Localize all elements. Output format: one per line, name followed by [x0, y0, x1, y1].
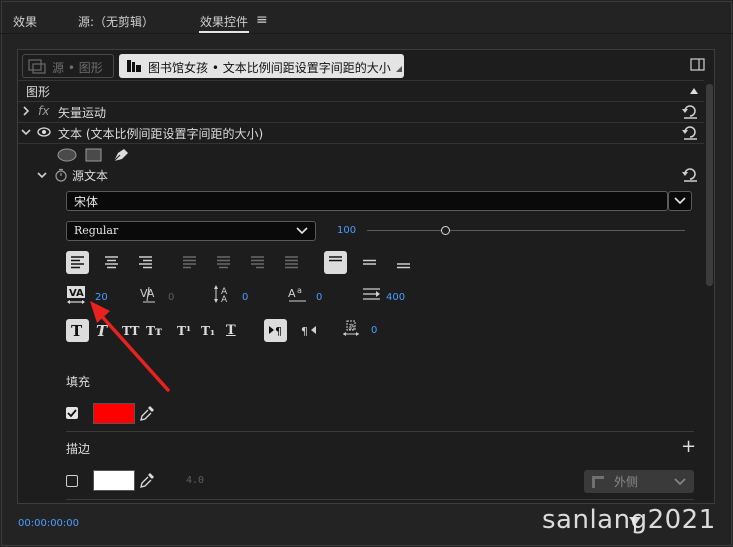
align-middle-icon[interactable] [362, 256, 377, 269]
tab-width-icon [363, 288, 380, 300]
svg-text:A: A [288, 287, 296, 300]
collapse-up-icon[interactable] [689, 87, 699, 95]
divider [66, 499, 694, 500]
tab-effects[interactable]: 效果 [13, 13, 37, 30]
chevron-down-icon [674, 197, 686, 205]
pen-mask-icon[interactable] [112, 147, 130, 163]
chevron-down-icon [296, 227, 308, 235]
watermark: sanlang2021 [542, 505, 716, 535]
align-left-icon [71, 256, 84, 269]
svg-text:¶: ¶ [301, 325, 308, 337]
dropdown-corner-icon [396, 66, 402, 72]
font-size-value[interactable]: 100 [337, 225, 356, 236]
reset-icon[interactable] [682, 168, 698, 182]
effect-controls-panel [17, 49, 715, 504]
align-center-icon[interactable] [104, 256, 119, 269]
divider [18, 143, 704, 144]
expand-chevron-icon[interactable] [22, 106, 30, 116]
stroke-checkbox[interactable] [66, 475, 78, 487]
baseline-shift-icon: A a [288, 286, 306, 302]
svg-text:¶: ¶ [275, 325, 282, 337]
tsume-icon: あ [343, 320, 359, 336]
divider [18, 122, 704, 123]
svg-text:あ: あ [348, 323, 355, 331]
tracking-icon: VA [67, 286, 85, 304]
tab-effect-controls[interactable]: 效果控件 [200, 13, 248, 30]
stopwatch-icon[interactable] [54, 168, 68, 182]
align-right-icon[interactable] [138, 256, 153, 269]
superscript-icon[interactable]: T¹ [177, 324, 191, 338]
text-layer-icon [127, 60, 141, 72]
stroke-label: 描边 [66, 442, 91, 456]
collapse-chevron-icon[interactable] [37, 171, 47, 179]
leading-value[interactable]: 0 [242, 292, 248, 303]
justify-last-left-icon[interactable] [182, 256, 197, 269]
reset-icon[interactable] [682, 105, 698, 119]
eyedropper-icon[interactable] [139, 404, 155, 422]
graphics-header: 图形 [26, 85, 51, 99]
divider [18, 80, 704, 81]
annotation-arrow [90, 301, 170, 392]
text-layer-label: 文本 (文本比例间距设置字间距的大小) [58, 127, 264, 141]
stroke-outer-icon [592, 476, 604, 488]
align-bottom-icon[interactable] [396, 256, 411, 269]
tab-width-value[interactable]: 400 [386, 292, 405, 303]
font-style-value: Regular [74, 224, 119, 237]
ltr-direction-icon: ¶ [269, 325, 282, 337]
visibility-eye-icon[interactable] [37, 127, 51, 137]
faux-bold-icon: T [71, 322, 83, 340]
subscript-icon[interactable]: T₁ [201, 324, 215, 338]
source-inactive-label: 源 • 图形 [52, 61, 103, 75]
source-text-label: 源文本 [72, 169, 109, 183]
font-size-slider-track[interactable] [367, 230, 685, 231]
reset-icon[interactable] [682, 126, 698, 140]
graphic-layer-icon [28, 59, 46, 74]
stroke-width-value[interactable]: 4.0 [186, 475, 204, 486]
stroke-color-swatch[interactable] [93, 470, 135, 491]
playhead-timecode[interactable]: 00:00:00:00 [18, 518, 79, 529]
rectangle-mask-icon[interactable] [85, 148, 103, 162]
tabs-divider [0, 33, 733, 34]
justify-last-center-icon[interactable] [216, 256, 231, 269]
chevron-down-icon [674, 478, 686, 486]
leading-icon: A A [214, 285, 228, 304]
justify-last-right-icon[interactable] [250, 256, 265, 269]
rtl-direction-icon[interactable]: ¶ [301, 324, 317, 337]
add-stroke-icon[interactable]: + [681, 436, 696, 457]
svg-text:VA: VA [69, 288, 84, 299]
align-top-icon [329, 256, 342, 262]
underline-icon[interactable]: T [226, 323, 236, 338]
fx-icon: fx [38, 104, 50, 118]
font-family-dropdown[interactable] [66, 191, 668, 211]
font-family-value: 宋体 [74, 195, 99, 209]
svg-text:A: A [221, 295, 228, 304]
divider [66, 431, 694, 432]
scrollbar-thumb[interactable] [706, 84, 713, 286]
tab-source[interactable]: 源:（无剪辑） [78, 13, 154, 30]
sequence-clip-label: 图书馆女孩 • 文本比例间距设置字间距的大小 [148, 61, 391, 75]
toggle-timeline-icon[interactable] [690, 58, 706, 72]
collapse-chevron-icon[interactable] [21, 128, 31, 136]
vector-motion-label: 矢量运动 [58, 106, 107, 120]
checkmark-icon [67, 409, 77, 418]
svg-text:a: a [297, 286, 302, 295]
fill-color-swatch[interactable] [93, 403, 135, 424]
eyedropper-icon[interactable] [139, 471, 155, 489]
font-size-slider-handle[interactable] [441, 226, 450, 235]
divider [18, 101, 704, 102]
tsume-value[interactable]: 0 [371, 325, 377, 336]
justify-all-icon[interactable] [284, 256, 299, 269]
baseline-shift-value[interactable]: 0 [316, 292, 322, 303]
stroke-position-value: 外侧 [614, 475, 639, 489]
ellipse-mask-icon[interactable] [57, 148, 77, 162]
panel-menu-icon[interactable]: ≡ [256, 12, 268, 28]
